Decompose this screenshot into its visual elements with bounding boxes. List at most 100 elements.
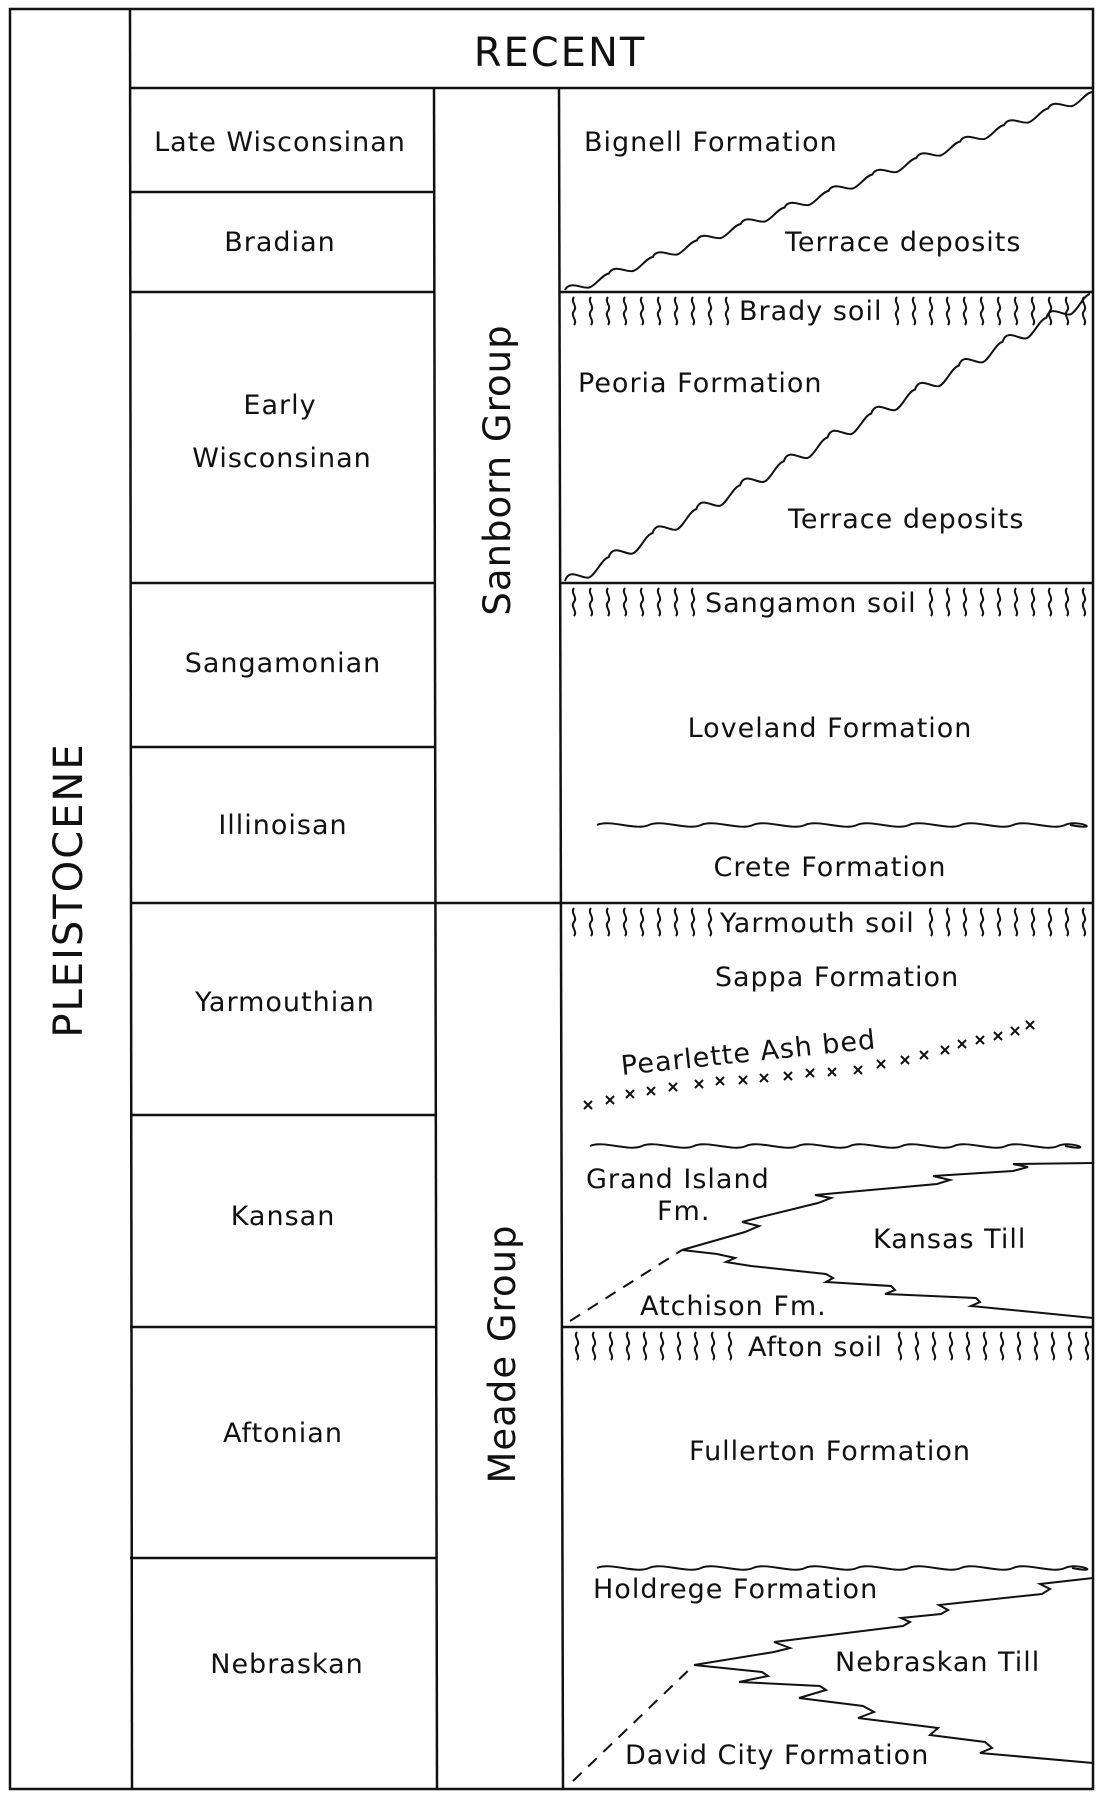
soil-horizon-mark: [571, 587, 577, 617]
soil-horizon-mark: [962, 296, 968, 326]
soil-label: Brady soil: [739, 296, 882, 327]
ash-mark: [1025, 1020, 1035, 1030]
soil-horizon-mark: [724, 296, 730, 326]
soil-horizon-mark: [979, 296, 985, 326]
soil-horizon-mark: [962, 587, 968, 617]
formation-label: Terrace deposits: [787, 504, 1024, 535]
ash-mark: [1010, 1026, 1020, 1036]
soil-horizon-mark: [571, 296, 577, 326]
soil-horizon-mark: [1050, 1331, 1056, 1361]
soil-horizon-mark: [1013, 587, 1019, 617]
unconformity-line: [596, 1565, 1089, 1571]
ash-mark: [975, 1035, 985, 1045]
soil-horizon-mark: [914, 1331, 920, 1361]
ash-mark: [919, 1050, 929, 1060]
soil-horizon-mark: [945, 587, 951, 617]
ash-mark: [783, 1071, 793, 1081]
soil-horizon-mark: [605, 587, 611, 617]
ash-mark: [993, 1031, 1003, 1041]
epoch-pleistocene-label: PLEISTOCENE: [46, 742, 92, 1037]
soil-horizon-mark: [1047, 296, 1053, 326]
soil-horizon-mark: [639, 907, 645, 937]
epoch-column-divider: [128, 8, 134, 1790]
soil-horizon-mark: [690, 907, 696, 937]
soil-horizon-mark: [1013, 907, 1019, 937]
soil-horizon-mark: [571, 907, 577, 937]
soil-horizon-mark: [625, 1331, 631, 1361]
soil-horizon-mark: [928, 296, 934, 326]
soil-horizon-mark: [931, 1331, 937, 1361]
ash-mark: [805, 1068, 815, 1078]
soil-horizon-mark: [622, 587, 628, 617]
soil-horizon-mark: [1016, 1331, 1022, 1361]
formation-label: Loveland Formation: [688, 713, 973, 744]
soil-horizon-mark: [656, 296, 662, 326]
stage-label: Aftonian: [223, 1418, 343, 1449]
soil-horizon-mark: [996, 296, 1002, 326]
ash-mark: [853, 1065, 863, 1075]
formation-label: Fullerton Formation: [689, 1436, 971, 1467]
soil-horizon-mark: [1030, 907, 1036, 937]
soil-horizon-mark: [1064, 296, 1070, 326]
soil-horizon-mark: [622, 907, 628, 937]
group-label-sanborn: Sanborn Group: [476, 324, 519, 615]
group-label-meade: Meade Group: [481, 1224, 524, 1483]
soil-horizon-mark: [639, 587, 645, 617]
soil-horizon-mark: [591, 1331, 597, 1361]
soil-horizon-mark: [690, 296, 696, 326]
epoch-recent-label: RECENT: [474, 30, 647, 76]
formation-label: Sappa Formation: [715, 962, 959, 993]
soil-horizon-mark: [948, 1331, 954, 1361]
soil-horizon-mark: [707, 907, 713, 937]
soil-horizon-mark: [673, 587, 679, 617]
soil-horizon-mark: [1047, 907, 1053, 937]
formation-label: Kansas Till: [873, 1224, 1026, 1255]
ash-mark: [738, 1075, 748, 1085]
formation-label: Holdrege Formation: [593, 1574, 878, 1605]
ash-mark: [759, 1073, 769, 1083]
soil-horizon-mark: [588, 296, 594, 326]
soil-label: Yarmouth soil: [719, 908, 915, 939]
formation-label: Terrace deposits: [784, 227, 1021, 258]
soil-horizon-mark: [1013, 296, 1019, 326]
stage-label: Yarmouthian: [194, 987, 375, 1018]
terrace-contact: [564, 91, 1093, 291]
formation-label: Grand Island: [586, 1164, 770, 1195]
soil-horizon-mark: [1064, 587, 1070, 617]
soil-horizon-mark: [897, 1331, 903, 1361]
soil-horizon-mark: [1047, 587, 1053, 617]
soil-horizon-mark: [928, 907, 934, 937]
soil-horizon-mark: [1030, 296, 1036, 326]
soil-horizon-mark: [605, 907, 611, 937]
soil-horizon-mark: [1033, 1331, 1039, 1361]
ash-mark: [827, 1067, 837, 1077]
outer-frame: [8, 7, 1095, 1791]
ash-mark: [605, 1095, 615, 1105]
soil-horizon-mark: [676, 1331, 682, 1361]
soil-horizon-mark: [656, 587, 662, 617]
ash-mark: [940, 1045, 950, 1055]
unconformity-line: [596, 822, 1088, 828]
soil-horizon-mark: [673, 296, 679, 326]
soil-horizon-mark: [894, 296, 900, 326]
soil-horizon-mark: [727, 1331, 733, 1361]
soil-horizon-mark: [1067, 1331, 1073, 1361]
formation-label: Fm.: [657, 1196, 710, 1227]
soil-horizon-mark: [605, 296, 611, 326]
soil-horizon-mark: [928, 587, 934, 617]
stage-label: Wisconsinan: [192, 443, 372, 474]
soil-horizon-mark: [965, 1331, 971, 1361]
soil-horizon-mark: [656, 907, 662, 937]
ash-mark: [957, 1039, 967, 1049]
stage-label: Sangamonian: [185, 648, 382, 679]
formation-label: Crete Formation: [713, 852, 946, 883]
soil-horizon-mark: [1081, 907, 1087, 937]
soil-horizon-mark: [710, 1331, 716, 1361]
stage-label: Kansan: [231, 1201, 336, 1232]
stage-group-divider: [432, 87, 439, 1790]
soil-horizon-mark: [979, 587, 985, 617]
soil-horizon-mark: [945, 296, 951, 326]
soil-horizon-mark: [574, 1331, 580, 1361]
soil-horizon-mark: [639, 296, 645, 326]
soil-horizon-mark: [1064, 907, 1070, 937]
